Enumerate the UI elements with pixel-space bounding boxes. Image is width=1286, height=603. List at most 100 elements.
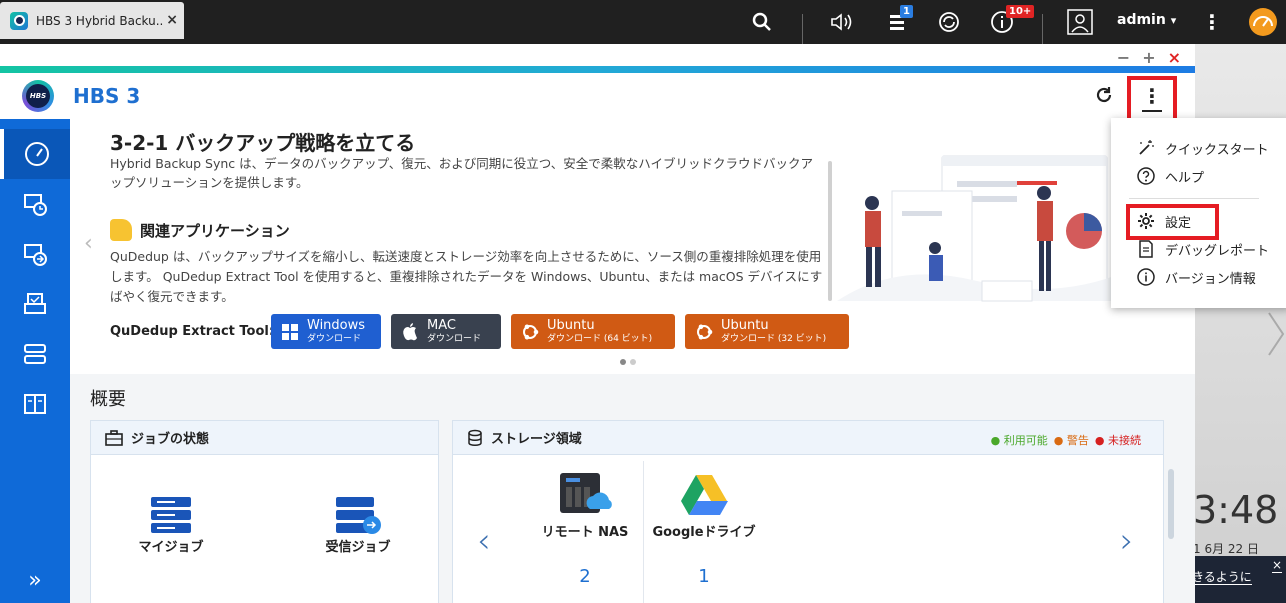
legend-disconnected: ● 未接続: [1094, 434, 1141, 447]
job-status-header: ジョブの状態: [91, 421, 438, 455]
briefcase-icon: [105, 429, 123, 446]
chevron-down-icon: ▾: [1170, 14, 1177, 27]
remote-nas-icon: [560, 473, 612, 513]
google-drive-count: 1: [698, 566, 710, 587]
info-badge: 10+: [1006, 5, 1035, 18]
chevron-right-icon[interactable]: [1267, 309, 1285, 359]
google-drive-label: Googleドライブ: [652, 525, 756, 540]
remote-nas-count: 2: [579, 566, 591, 587]
windows-icon: [281, 323, 299, 341]
app-more-menu-button[interactable]: ⋮: [1127, 76, 1177, 122]
settings-highlight: [1126, 204, 1219, 240]
info-banner: ‹ 3-2-1 バックアップ戦略を立てる Hybrid Backup Sync …: [70, 119, 1195, 374]
menu-item-quick-start[interactable]: クイックスタート: [1137, 137, 1269, 159]
task-stack-icon[interactable]: 1: [884, 5, 913, 36]
banner-prev-icon[interactable]: ‹: [84, 231, 93, 256]
storage-space-title: ストレージ領域: [491, 432, 582, 447]
desktop-date: 1 6月 22 日: [1193, 542, 1259, 556]
carousel-indicator: [620, 359, 636, 365]
backup-illustration: [837, 155, 1127, 302]
menu-separator: [1129, 198, 1259, 199]
carousel-dot[interactable]: [630, 359, 636, 365]
storage-icon: [24, 344, 46, 364]
banner-description: Hybrid Backup Sync は、データのバックアップ、復元、および同期…: [110, 156, 814, 190]
extract-tool-label: QuDedup Extract Tool:: [110, 324, 275, 339]
user-avatar-icon[interactable]: [1066, 8, 1094, 36]
my-jobs-server-icon: [151, 497, 191, 533]
sidebar-item-logs[interactable]: [0, 379, 70, 429]
sync-icon: [24, 244, 47, 266]
database-icon: [468, 429, 482, 446]
refresh-icon[interactable]: [1094, 85, 1114, 110]
storage-next-icon[interactable]: ›: [1120, 521, 1134, 561]
download-ubuntu-64-button[interactable]: Ubuntu ダウンロード (64 ビット): [511, 314, 675, 349]
app-title: HBS 3: [73, 84, 141, 108]
carousel-dot[interactable]: [620, 359, 626, 365]
maximize-button[interactable]: +: [1142, 48, 1155, 67]
window-controls: − + ×: [1117, 48, 1181, 67]
google-drive-icon: [681, 475, 728, 515]
job-tray-icon: [24, 293, 46, 314]
hbs3-logo-icon: HBS: [22, 80, 54, 112]
ubuntu-icon: [521, 323, 539, 341]
document-icon: [1139, 240, 1153, 258]
incoming-jobs-server-icon: [336, 497, 381, 534]
app-header: HBS HBS 3 ⋮: [0, 73, 1195, 122]
magic-wand-icon: [1139, 140, 1154, 155]
kebab-icon: ⋮: [1142, 84, 1162, 108]
toolbar-separator: [802, 14, 803, 44]
help-icon: [1137, 167, 1155, 185]
logo-text: HBS: [26, 84, 50, 108]
user-name: admin: [1117, 12, 1166, 28]
storage-space-card: ストレージ領域 ● 利用可能 ● 警告 ● 未接続 ‹ リモート NAS 2 G…: [452, 420, 1164, 603]
user-menu[interactable]: admin ▾: [1117, 12, 1176, 28]
storage-item-remote-nas[interactable]: リモート NAS 2: [535, 471, 635, 587]
menu-item-debug-report[interactable]: デバッグレポート: [1137, 238, 1269, 260]
sync-icon[interactable]: [935, 8, 963, 36]
sidebar-expand-icon[interactable]: »: [0, 568, 70, 593]
volume-icon[interactable]: [828, 8, 856, 36]
browser-tab-hbs3[interactable]: HBS 3 Hybrid Backu... ×: [0, 2, 184, 39]
minimize-button[interactable]: −: [1117, 48, 1130, 67]
download-ubuntu-32-button[interactable]: Ubuntu ダウンロード (32 ビット): [685, 314, 849, 349]
header-gradient-bar: [0, 66, 1195, 73]
hbs3-window: − + × HBS HBS 3 ⋮ » ‹ 3-2-1 バックアップ戦略を立てる…: [0, 44, 1195, 603]
menu-item-help[interactable]: ヘルプ: [1137, 165, 1204, 187]
close-window-button[interactable]: ×: [1168, 48, 1181, 67]
overview-title: 概要: [90, 389, 126, 410]
logs-icon: [24, 394, 46, 414]
close-icon[interactable]: ×: [1271, 558, 1282, 573]
storage-prev-icon[interactable]: ‹: [477, 521, 491, 561]
download-mac-button[interactable]: MAC ダウンロード: [391, 314, 501, 349]
info-icon: [1137, 268, 1155, 286]
sidebar-item-overview[interactable]: [0, 129, 70, 179]
tab-close-icon[interactable]: ×: [166, 12, 178, 28]
search-icon[interactable]: [750, 8, 774, 36]
related-apps-title: 関連アプリケーション: [140, 221, 290, 240]
banner-title: 3-2-1 バックアップ戦略を立てる: [110, 131, 416, 155]
notifications-badge: 1: [900, 5, 913, 18]
more-options-icon[interactable]: ⋮: [1200, 8, 1224, 36]
info-icon[interactable]: 10+: [988, 5, 1035, 36]
download-windows-button[interactable]: Windows ダウンロード: [271, 314, 381, 349]
content-scrollbar[interactable]: [1168, 469, 1174, 539]
sidebar-item-sync[interactable]: [0, 229, 70, 279]
sidebar-item-backup-restore[interactable]: [0, 179, 70, 229]
desktop-notice[interactable]: きるように ×: [1190, 556, 1286, 603]
my-jobs-link[interactable]: マイジョブ: [111, 536, 231, 555]
incoming-jobs-link[interactable]: 受信ジョブ: [298, 536, 418, 555]
storage-legend: ● 利用可能 ● 警告 ● 未接続: [991, 432, 1141, 448]
tab-title: HBS 3 Hybrid Backu...: [36, 13, 164, 28]
notice-text: きるように: [1192, 570, 1252, 585]
storage-item-google-drive[interactable]: Googleドライブ 1: [649, 471, 759, 587]
menu-item-version-info[interactable]: バージョン情報: [1137, 266, 1256, 288]
storage-divider: [643, 461, 644, 603]
dashboard-gauge-icon[interactable]: [1248, 8, 1278, 36]
job-status-title: ジョブの状態: [131, 432, 210, 447]
job-status-card: ジョブの状態 マイジョブ 受信ジョブ: [90, 420, 439, 603]
related-apps-description: QuDedup は、バックアップサイズを縮小し、転送速度とストレージ効率を向上さ…: [110, 249, 823, 304]
sidebar-item-storage[interactable]: [0, 329, 70, 379]
remote-nas-label: リモート NAS: [541, 525, 629, 540]
related-apps-heading: 関連アプリケーション: [110, 219, 290, 241]
sidebar-item-jobs[interactable]: [0, 279, 70, 329]
